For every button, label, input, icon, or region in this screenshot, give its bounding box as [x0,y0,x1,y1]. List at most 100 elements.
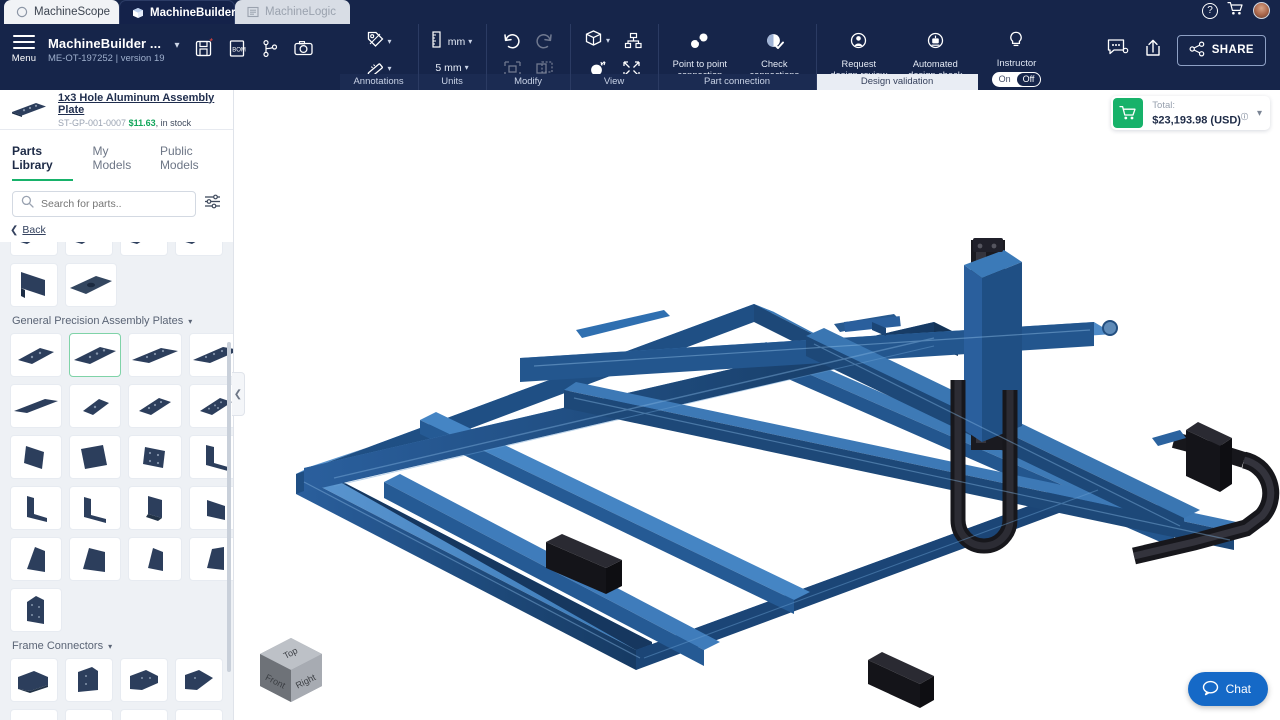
project-subtitle: ME-OT-197252 | version 19 [48,53,165,64]
part-tile[interactable] [128,384,182,428]
part-tile[interactable] [128,333,182,377]
upload-share-icon[interactable] [1143,38,1163,63]
undo-icon[interactable] [501,30,523,52]
part-tile[interactable] [10,384,62,428]
instructor-off-option[interactable]: Off [1016,73,1041,86]
part-tile[interactable] [69,486,121,530]
cart-icon-button[interactable] [1113,98,1144,128]
cart-total-amount: $23,193.98 (USD) [1152,114,1241,127]
unit-selector[interactable]: mm ▾ [432,30,472,53]
sidebar-collapse-handle[interactable]: ❮ [232,372,245,416]
chevron-down-icon[interactable]: ▾ [465,63,469,72]
instructor-control: Instructor On Off [978,24,1056,90]
camera-icon[interactable] [293,38,314,59]
sidebar-scrollbar[interactable] [227,342,231,672]
project-info[interactable]: MachineBuilder ... ME-OT-197252 | versio… [48,24,165,64]
tab-parts-library[interactable]: Parts Library [12,144,73,181]
chevron-down-icon[interactable]: ▾ [108,642,112,651]
cart-total-widget[interactable]: Total: $23,193.98 (USD)ⓘ ▾ [1111,96,1270,130]
comment-icon[interactable] [1107,38,1129,63]
part-tile[interactable] [10,709,58,720]
part-tile[interactable] [69,384,121,428]
part-tile[interactable] [175,242,223,256]
ptp-line1: Point to point [672,59,727,69]
cad-viewport[interactable]: Total: $23,193.98 (USD)ⓘ ▾ Top Front Rig… [234,90,1280,720]
part-tile[interactable] [10,588,62,632]
selected-part-banner[interactable]: 1x3 Hole Aluminum Assembly Plate ST-GP-0… [0,90,233,130]
annotation-tag-icon [366,30,385,54]
tab-my-models[interactable]: My Models [93,144,140,181]
part-tile[interactable] [10,242,58,256]
tab-machinescope[interactable]: MachineScope [4,0,119,24]
chevron-left-icon: ❮ [10,224,19,236]
instructor-toggle[interactable]: On Off [991,72,1042,87]
save-icon[interactable]: * [194,37,215,59]
part-tile[interactable] [10,658,58,702]
chevron-down-icon[interactable]: ▾ [165,24,180,51]
redo-icon[interactable] [533,30,555,52]
chevron-down-icon[interactable]: ▾ [188,317,192,326]
part-tile[interactable] [65,709,113,720]
part-tile[interactable] [120,658,168,702]
part-tile[interactable] [10,435,62,479]
version-branch-icon[interactable] [260,38,281,59]
tab-label: MachineBuilder [150,6,236,19]
grid-size-selector[interactable]: 5 mm ▾ [435,60,468,75]
chevron-down-icon[interactable]: ▾ [388,64,392,73]
part-tile[interactable] [65,242,113,256]
search-box[interactable] [12,191,196,217]
selected-part-meta: ST-GP-001-0007 $11.63, in stock [58,118,223,128]
toolbar-groups: ▾ ▾ Annotations mm ▾ 5 mm ▾ Units Modify… [339,24,1056,90]
part-tile[interactable] [65,658,113,702]
hierarchy-icon[interactable] [622,30,644,52]
parts-scroll-area[interactable]: General Precision Assembly Plates ▾ Fram… [0,242,233,720]
part-tile[interactable] [128,486,182,530]
view-cube[interactable]: Top Front Right [252,632,330,710]
part-tile[interactable] [175,709,223,720]
shopping-cart-icon[interactable] [1227,1,1244,21]
chevron-down-icon[interactable]: ▾ [388,37,392,46]
menu-button[interactable]: Menu [0,24,48,64]
part-tile[interactable] [120,709,168,720]
part-tile[interactable] [65,263,117,307]
tab-label: MachineLogic [265,6,336,18]
category-header-assembly-plates[interactable]: General Precision Assembly Plates ▾ [10,307,223,333]
part-tile-selected[interactable] [69,333,121,377]
chat-button[interactable]: Chat [1187,672,1268,706]
part-tile[interactable] [69,435,121,479]
part-tile[interactable] [10,486,62,530]
part-tile[interactable] [10,263,58,307]
help-icon[interactable]: ? [1202,2,1218,19]
chevron-down-icon[interactable]: ▾ [1257,108,1262,119]
chevron-down-icon[interactable]: ▾ [468,37,472,46]
view-orientation-button[interactable]: ▾ [584,29,610,51]
part-tile[interactable] [128,537,182,581]
back-button[interactable]: ❮ Back [0,217,233,242]
info-icon[interactable]: ⓘ [1241,114,1248,121]
unit-ruler-icon [432,30,445,53]
chevron-down-icon[interactable]: ▾ [606,36,610,45]
part-tile[interactable] [69,537,121,581]
part-tile[interactable] [10,537,62,581]
cube-icon [132,7,144,19]
file-actions: * BOM [180,24,314,59]
machinebuilder-app: MachineScope MachineBuilder MachineLogic… [0,0,1280,720]
share-button[interactable]: SHARE [1176,34,1266,66]
filter-sliders-icon[interactable] [204,193,221,215]
toolbar-group-part-connection: Point to point connection [657,24,816,90]
search-input[interactable] [41,198,187,210]
instructor-on-option[interactable]: On [993,73,1017,86]
gantry-cnc-assembly-model[interactable] [234,90,1280,720]
part-tile[interactable] [175,658,223,702]
part-tile[interactable] [128,435,182,479]
tab-machinebuilder[interactable]: MachineBuilder [119,0,236,24]
tab-public-models[interactable]: Public Models [160,144,221,181]
part-tile[interactable] [10,333,62,377]
bom-icon[interactable]: BOM [227,38,248,59]
avatar[interactable] [1253,2,1270,19]
part-tile[interactable] [120,242,168,256]
tab-machinelogic[interactable]: MachineLogic [235,0,350,24]
toolbar-group-units: mm ▾ 5 mm ▾ Units [417,24,486,90]
annotation-tag-button[interactable]: ▾ [366,31,392,52]
category-header-frame-connectors[interactable]: Frame Connectors ▾ [10,632,223,658]
